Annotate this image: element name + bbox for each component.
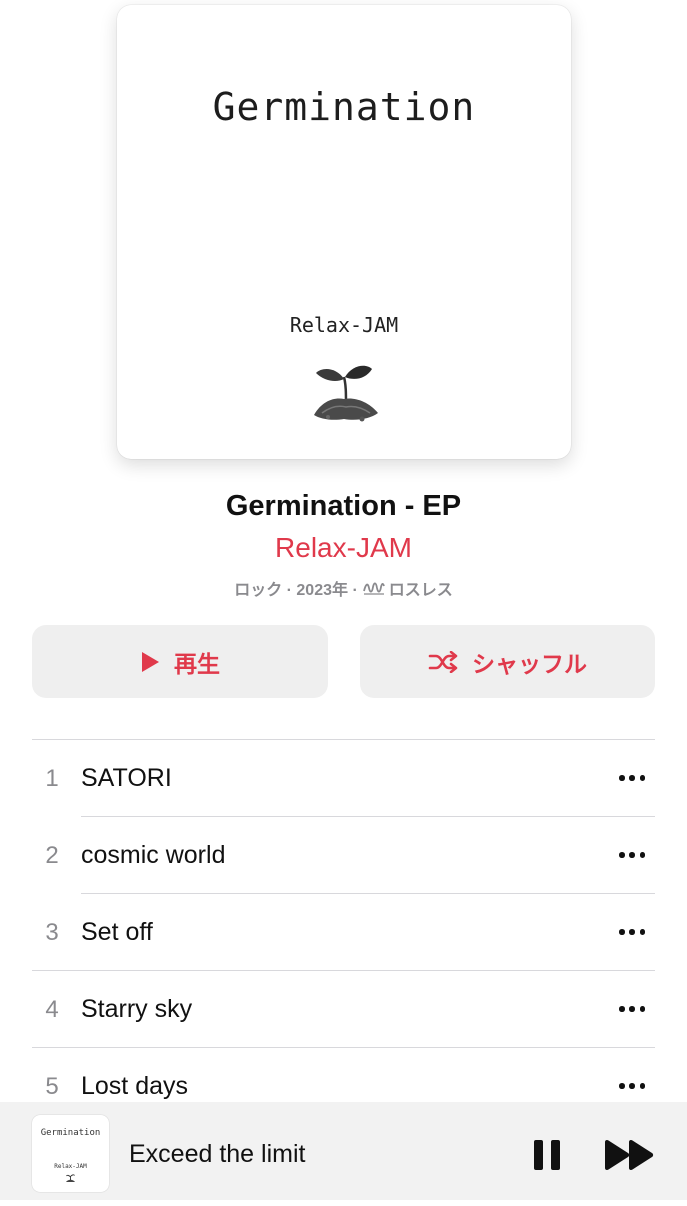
track-number: 4 <box>45 996 59 1023</box>
lossless-label: ロスレス <box>388 582 453 599</box>
shuffle-button-label: シャッフル <box>472 650 587 677</box>
more-options-icon[interactable] <box>619 922 645 942</box>
track-number: 1 <box>45 765 59 792</box>
track-row[interactable]: 4 Starry sky <box>32 971 655 1048</box>
shuffle-icon <box>428 650 458 673</box>
now-playing-title[interactable]: Exceed the limit <box>129 1102 305 1206</box>
artist-link[interactable]: Relax-JAM <box>0 532 687 564</box>
sprout-icon <box>66 1174 75 1182</box>
mini-artwork-artist: Relax-JAM <box>54 1163 87 1170</box>
track-row[interactable]: 1 SATORI <box>32 740 655 817</box>
track-title: Starry sky <box>81 995 193 1023</box>
shuffle-button[interactable]: シャッフル <box>360 625 655 698</box>
track-title: Set off <box>81 918 153 946</box>
album-genre-year: ロック · 2023年 · <box>234 582 358 599</box>
track-title: cosmic world <box>81 841 226 869</box>
pause-icon[interactable] <box>531 1138 563 1172</box>
play-button-label: 再生 <box>174 650 220 677</box>
album-title: Germination - EP <box>225 490 462 522</box>
more-options-icon[interactable] <box>619 768 645 788</box>
track-number: 2 <box>45 842 59 869</box>
mini-artwork-title: Germination <box>40 1128 101 1138</box>
lossless-waveform-icon <box>362 581 385 595</box>
play-icon <box>142 651 159 672</box>
track-row[interactable]: 2 cosmic world <box>32 817 655 894</box>
album-meta: ロック · 2023年 · ロスレス <box>0 576 687 600</box>
track-number: 3 <box>45 919 59 946</box>
track-title: SATORI <box>81 764 172 792</box>
fast-forward-icon[interactable] <box>603 1139 655 1171</box>
play-button[interactable]: 再生 <box>32 625 328 698</box>
more-options-icon[interactable] <box>619 1076 645 1096</box>
sprout-icon <box>314 365 378 422</box>
mini-player[interactable]: Germination Relax-JAM Exceed the limit <box>0 1102 687 1200</box>
artwork-artist: Relax-JAM <box>289 313 399 337</box>
artwork-title: Germination <box>212 85 476 129</box>
track-row[interactable]: 3 Set off <box>32 894 655 971</box>
now-playing-artwork: Germination Relax-JAM <box>32 1115 109 1192</box>
more-options-icon[interactable] <box>619 845 645 865</box>
more-options-icon[interactable] <box>619 999 645 1019</box>
album-artwork: Germination Relax-JAM <box>117 5 571 459</box>
